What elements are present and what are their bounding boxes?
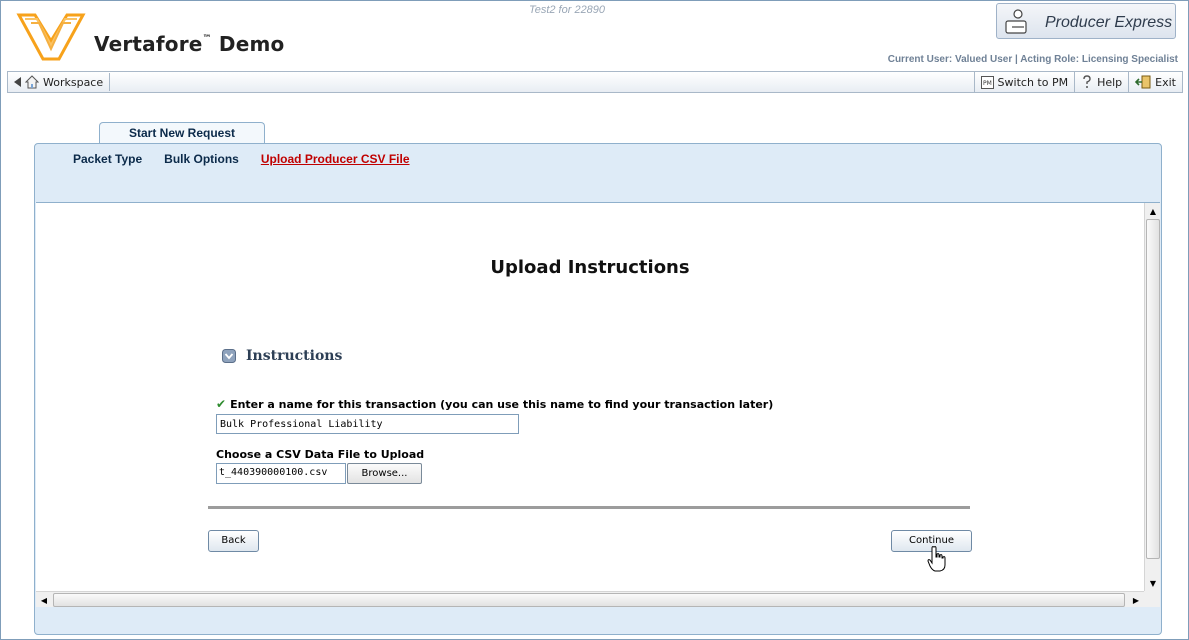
browse-button[interactable]: Browse...: [347, 463, 422, 484]
workspace-button[interactable]: Workspace: [25, 75, 103, 89]
vertical-scroll-thumb[interactable]: [1146, 219, 1160, 559]
scroll-left-icon[interactable]: ◀: [36, 592, 52, 607]
environment-title: Test2 for 22890: [529, 4, 606, 16]
current-user-info: Current User: Valued User | Acting Role:…: [887, 54, 1178, 65]
instructions-section-header[interactable]: Instructions: [222, 348, 342, 364]
content-area: Upload Instructions Instructions ✔ Enter…: [36, 202, 1160, 607]
toolbar-left: Workspace: [12, 73, 111, 91]
exit-icon: [1135, 75, 1151, 89]
help-button[interactable]: Help: [1074, 72, 1128, 92]
workspace-label: Workspace: [43, 75, 104, 89]
horizontal-scrollbar[interactable]: ◀ ▶: [36, 591, 1144, 607]
transaction-name-label: ✔ Enter a name for this transaction (you…: [216, 397, 774, 411]
csv-file-label: Choose a CSV Data File to Upload: [216, 448, 425, 461]
exit-label: Exit: [1155, 75, 1176, 89]
product-badge: Producer Express: [996, 3, 1176, 39]
svg-text:PM: PM: [983, 80, 992, 87]
scroll-down-icon[interactable]: ▼: [1145, 575, 1160, 591]
help-icon: [1083, 75, 1091, 88]
step-packet-type[interactable]: Packet Type: [73, 152, 142, 166]
brand-name: Vertafore™ Demo: [94, 32, 285, 56]
collapse-chevron-icon: [222, 349, 236, 363]
help-label: Help: [1097, 75, 1123, 89]
page-title: Upload Instructions: [490, 257, 690, 278]
toolbar: Workspace PM Switch to PM Help Exit: [7, 71, 1183, 93]
step-bulk-options[interactable]: Bulk Options: [164, 152, 239, 166]
wizard-steps: Packet Type Bulk Options Upload Producer…: [73, 152, 410, 166]
exit-button[interactable]: Exit: [1128, 72, 1182, 92]
tab-start-new-request[interactable]: Start New Request: [99, 122, 265, 144]
switch-to-pm-button[interactable]: PM Switch to PM: [973, 72, 1075, 92]
vertical-scrollbar[interactable]: ▲ ▼: [1144, 203, 1160, 591]
divider: [208, 506, 970, 509]
product-name: Producer Express: [1045, 14, 1173, 31]
app-window: Vertafore™ Demo Test2 for 22890 Producer…: [0, 0, 1189, 640]
hand-cursor-icon: [927, 546, 946, 572]
header: Vertafore™ Demo Test2 for 22890 Producer…: [1, 1, 1188, 69]
vertafore-logo: [16, 13, 86, 61]
home-icon: [25, 75, 39, 89]
check-icon: ✔: [216, 397, 227, 411]
back-arrow-icon[interactable]: [12, 76, 22, 88]
switch-to-pm-label: Switch to PM: [997, 75, 1069, 89]
request-panel: Packet Type Bulk Options Upload Producer…: [34, 143, 1162, 635]
csv-file-path-field[interactable]: t_440390000100.csv: [216, 463, 346, 484]
producer-express-icon: [1005, 9, 1027, 34]
scroll-up-icon[interactable]: ▲: [1145, 203, 1160, 219]
step-upload-producer-csv[interactable]: Upload Producer CSV File: [261, 152, 410, 166]
transaction-name-input[interactable]: [216, 414, 519, 434]
section-title: Instructions: [246, 348, 343, 364]
toolbar-right: PM Switch to PM Help Exit: [973, 72, 1182, 92]
scrollbar-corner: [1144, 591, 1160, 607]
back-button[interactable]: Back: [208, 530, 259, 552]
scroll-right-icon[interactable]: ▶: [1128, 592, 1144, 607]
horizontal-scroll-thumb[interactable]: [53, 593, 1125, 607]
pm-icon: PM: [980, 75, 994, 89]
